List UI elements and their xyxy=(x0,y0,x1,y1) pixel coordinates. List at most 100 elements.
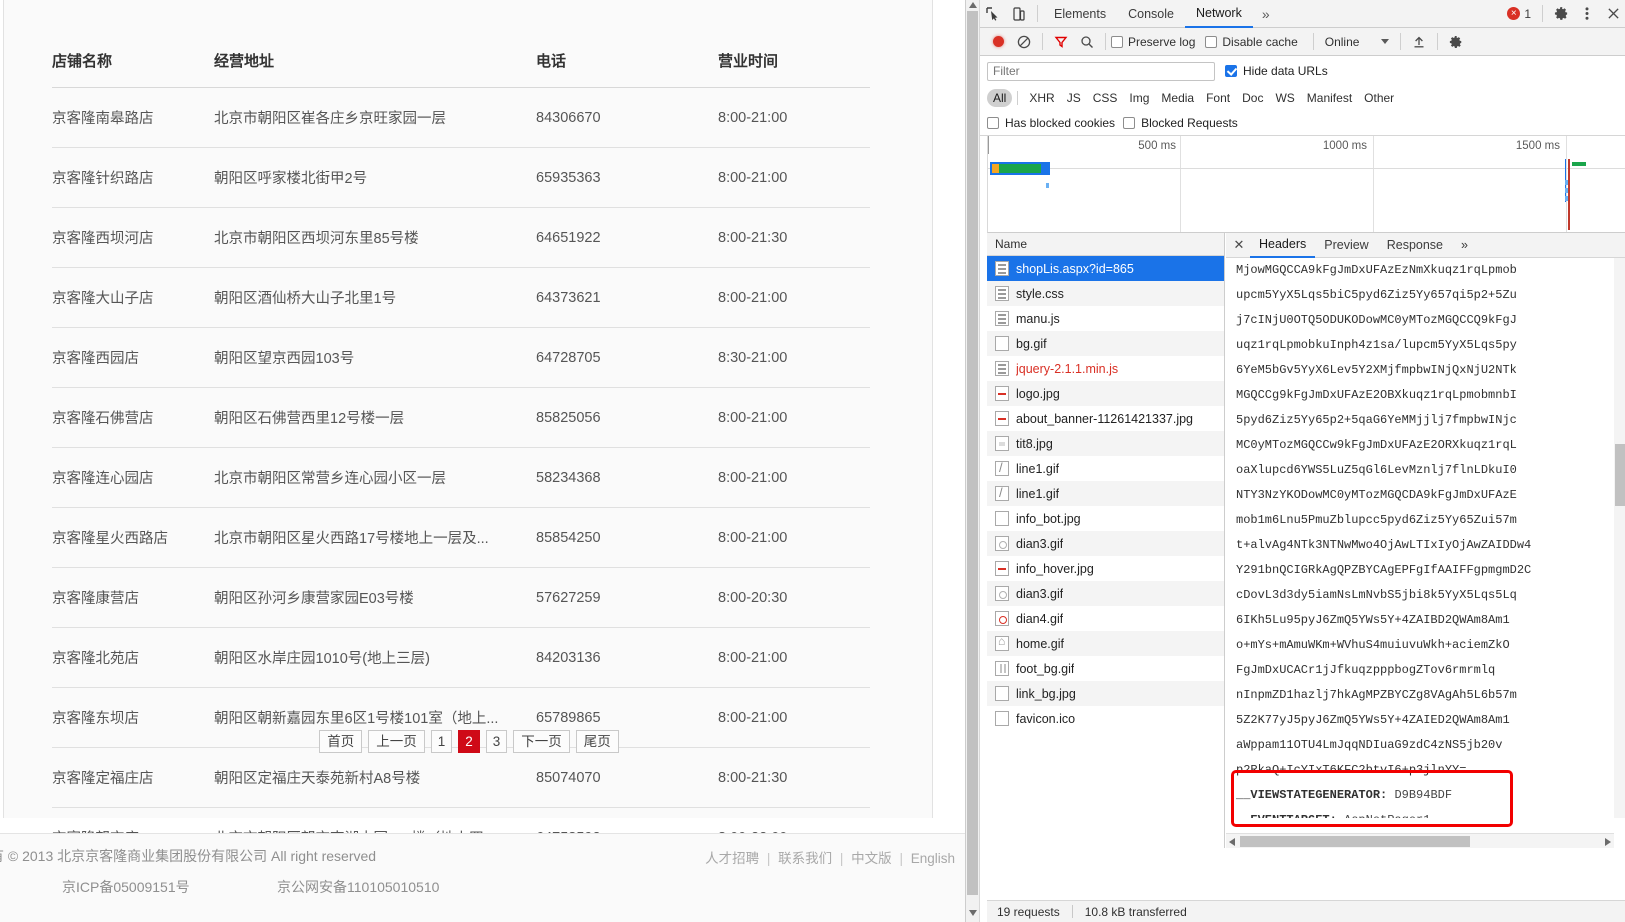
hscroll-left-arrow-icon[interactable] xyxy=(1229,838,1235,846)
filter-icon[interactable] xyxy=(1048,29,1074,55)
network-settings-icon[interactable] xyxy=(1443,29,1469,55)
has-blocked-cookies-toggle[interactable]: Has blocked cookies xyxy=(987,116,1115,130)
inspect-element-icon[interactable] xyxy=(980,1,1006,27)
type-filter-font[interactable]: Font xyxy=(1200,89,1236,107)
request-row[interactable]: dian4.gif xyxy=(987,606,1224,631)
request-row[interactable]: line1.gif xyxy=(987,481,1224,506)
network-overview[interactable]: 500 ms 1000 ms 1500 ms xyxy=(987,136,1625,233)
preserve-log-toggle[interactable]: Preserve log xyxy=(1111,35,1205,49)
scroll-up-arrow-icon[interactable] xyxy=(969,2,977,8)
gear-icon[interactable] xyxy=(1548,1,1574,27)
request-row[interactable]: logo.jpg xyxy=(987,381,1224,406)
request-row[interactable]: about_banner-11261421337.jpg xyxy=(987,406,1224,431)
pagination-page-3[interactable]: 3 xyxy=(485,730,508,753)
toolbar-divider-3 xyxy=(1312,33,1314,50)
payload-line: j7cINjU0OTQ5ODUKODowMC0yMTozMGQCCQ9kFgJ xyxy=(1236,313,1517,327)
pagination-last[interactable]: 尾页 xyxy=(575,730,619,753)
footer-link-chinese[interactable]: 中文版 xyxy=(851,851,892,866)
request-row[interactable]: dian3.gif xyxy=(987,531,1224,556)
request-row[interactable]: line1.gif xyxy=(987,456,1224,481)
request-row[interactable]: info_bot.jpg xyxy=(987,506,1224,531)
tab-network[interactable]: Network xyxy=(1184,0,1253,28)
request-row[interactable]: bg.gif xyxy=(987,331,1224,356)
import-har-icon[interactable] xyxy=(1406,29,1432,55)
hide-data-urls-checkbox[interactable] xyxy=(1225,65,1237,77)
details-tab-preview[interactable]: Preview xyxy=(1315,233,1377,258)
scrollbar-thumb[interactable] xyxy=(967,11,978,895)
request-list-header[interactable]: Name xyxy=(987,233,1224,256)
throttling-select[interactable]: Online xyxy=(1319,35,1396,49)
type-filter-manifest[interactable]: Manifest xyxy=(1301,89,1358,107)
disable-cache-checkbox[interactable] xyxy=(1205,35,1218,48)
footer-link-english[interactable]: English xyxy=(911,851,955,866)
blocked-requests-toggle[interactable]: Blocked Requests xyxy=(1123,116,1238,130)
disable-cache-toggle[interactable]: Disable cache xyxy=(1205,35,1307,49)
hscroll-right-arrow-icon[interactable] xyxy=(1605,838,1611,846)
details-hscroll-thumb[interactable] xyxy=(1240,836,1470,847)
request-row[interactable]: tit8.jpg xyxy=(987,431,1224,456)
pagination-page-2[interactable]: 2 xyxy=(458,730,480,753)
request-row[interactable]: link_bg.jpg xyxy=(987,681,1224,706)
preserve-log-checkbox[interactable] xyxy=(1111,35,1123,48)
type-filter-xhr[interactable]: XHR xyxy=(1023,89,1060,107)
type-filter-img[interactable]: Img xyxy=(1123,89,1155,107)
screen-root: 店铺名称 经营地址 电话 营业时间 京客隆南皋路店 北京市朝阳区崔各庄乡京旺家园一… xyxy=(0,0,1625,922)
type-filter-ws[interactable]: WS xyxy=(1269,89,1300,107)
device-toolbar-icon[interactable] xyxy=(1006,1,1032,27)
type-filter-other[interactable]: Other xyxy=(1358,89,1400,107)
request-type-icon xyxy=(995,386,1009,401)
payload-line: uqz1rqLpmobkuInph4z1sa/lupcm5YyX5Lqs5py xyxy=(1236,338,1517,352)
details-vscroll-thumb[interactable] xyxy=(1615,444,1625,506)
details-horizontal-scrollbar[interactable] xyxy=(1226,833,1614,848)
type-filter-all[interactable]: All xyxy=(987,89,1013,107)
request-type-icon xyxy=(995,311,1009,326)
search-icon[interactable] xyxy=(1074,29,1100,55)
details-vertical-scrollbar[interactable] xyxy=(1614,258,1625,818)
request-row[interactable]: manu.js xyxy=(987,306,1224,331)
record-button[interactable] xyxy=(985,29,1011,55)
has-blocked-cookies-checkbox[interactable] xyxy=(987,116,999,129)
details-tab-headers[interactable]: Headers xyxy=(1250,233,1316,258)
request-row[interactable]: home.gif xyxy=(987,631,1224,656)
request-row[interactable]: style.css xyxy=(987,281,1224,306)
error-indicator[interactable]: × 1 xyxy=(1507,7,1537,21)
devtools-left-scrollbar[interactable] xyxy=(966,0,980,922)
column-header-shop-name: 店铺名称 xyxy=(52,50,214,88)
type-filter-media[interactable]: Media xyxy=(1155,89,1200,107)
details-tab-response[interactable]: Response xyxy=(1378,233,1452,258)
blocked-requests-checkbox[interactable] xyxy=(1123,116,1136,129)
filter-input[interactable] xyxy=(987,61,1215,81)
request-row[interactable]: jquery-2.1.1.min.js xyxy=(987,356,1224,381)
footer-link-jobs[interactable]: 人才招聘 xyxy=(705,851,759,866)
pagination-prev[interactable]: 上一页 xyxy=(368,730,425,753)
request-name: line1.gif xyxy=(1016,461,1060,476)
pagination-page-1[interactable]: 1 xyxy=(430,730,453,753)
type-filter-css[interactable]: CSS xyxy=(1087,89,1124,107)
clear-button[interactable] xyxy=(1011,29,1037,55)
request-row[interactable]: info_hover.jpg xyxy=(987,556,1224,581)
details-more-tabs-icon[interactable]: » xyxy=(1452,233,1477,258)
request-row[interactable]: shopLis.aspx?id=865 xyxy=(987,256,1224,281)
pagination-first[interactable]: 首页 xyxy=(319,730,363,753)
tab-console[interactable]: Console xyxy=(1117,0,1185,28)
footer-gongan-number[interactable]: 京公网安备110105010510 xyxy=(277,877,439,897)
pagination-next[interactable]: 下一页 xyxy=(513,730,570,753)
tab-elements[interactable]: Elements xyxy=(1043,0,1117,28)
hide-data-urls-toggle[interactable]: Hide data URLs xyxy=(1225,64,1328,78)
type-filter-js[interactable]: JS xyxy=(1061,89,1087,107)
request-row[interactable]: foot_bg.gif xyxy=(987,656,1224,681)
close-icon[interactable] xyxy=(1600,1,1625,27)
kebab-menu-icon[interactable] xyxy=(1574,1,1600,27)
request-type-icon xyxy=(995,711,1009,726)
footer-icp-number[interactable]: 京ICP备05009151号 xyxy=(62,877,190,897)
request-row[interactable]: favicon.ico xyxy=(987,706,1224,731)
footer-link-contact[interactable]: 联系我们 xyxy=(778,851,832,866)
request-row[interactable]: dian3.gif xyxy=(987,581,1224,606)
type-divider xyxy=(1017,91,1019,105)
scroll-down-arrow-icon[interactable] xyxy=(969,910,977,916)
payload-line: p2RkaQ+IcYIxT6KFC2btvI6+p3jlnYY= xyxy=(1236,763,1467,777)
more-tabs-icon[interactable]: » xyxy=(1253,6,1279,22)
type-filter-doc[interactable]: Doc xyxy=(1236,89,1269,107)
details-close-icon[interactable]: ✕ xyxy=(1228,234,1250,256)
form-data-eventtarget: __EVENTTARGET: AspNetPager1 xyxy=(1236,808,1625,818)
